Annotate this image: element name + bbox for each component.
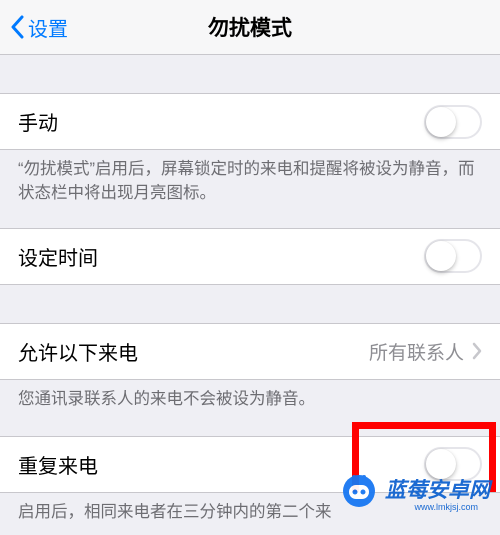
navigation-bar: 设置 勿扰模式	[0, 0, 500, 55]
row-value-allow-calls: 所有联系人	[369, 338, 482, 365]
row-label-manual: 手动	[18, 107, 58, 136]
watermark-url: www.lmkjsj.com	[414, 502, 478, 512]
footer-manual: “勿扰模式”启用后，屏幕锁定时的来电和提醒将被设为静音，而状态栏中将出现月亮图标…	[0, 150, 500, 216]
row-manual[interactable]: 手动	[0, 94, 500, 149]
back-label: 设置	[28, 13, 68, 42]
row-label-repeated-calls: 重复来电	[18, 450, 98, 479]
watermark-text: 蓝莓安卓网	[385, 474, 490, 504]
footer-allow-calls: 您通讯录联系人的来电不会被设为静音。	[0, 380, 500, 422]
group-schedule: 设定时间	[0, 228, 500, 285]
row-allow-calls[interactable]: 允许以下来电 所有联系人	[0, 324, 500, 379]
row-label-schedule: 设定时间	[18, 242, 98, 271]
page-title: 勿扰模式	[208, 12, 292, 42]
toggle-knob	[426, 241, 456, 271]
allow-calls-value-text: 所有联系人	[369, 338, 464, 365]
chevron-right-icon	[472, 342, 482, 360]
back-button[interactable]: 设置	[10, 13, 68, 42]
row-schedule[interactable]: 设定时间	[0, 229, 500, 284]
group-manual: 手动	[0, 93, 500, 150]
row-label-allow-calls: 允许以下来电	[18, 337, 138, 366]
toggle-manual[interactable]	[424, 105, 482, 139]
toggle-knob	[426, 107, 456, 137]
chevron-left-icon	[10, 15, 24, 39]
group-allow-calls: 允许以下来电 所有联系人	[0, 323, 500, 380]
robot-icon	[339, 469, 379, 509]
toggle-schedule[interactable]	[424, 239, 482, 273]
watermark: 蓝莓安卓网 www.lmkjsj.com	[339, 469, 490, 509]
